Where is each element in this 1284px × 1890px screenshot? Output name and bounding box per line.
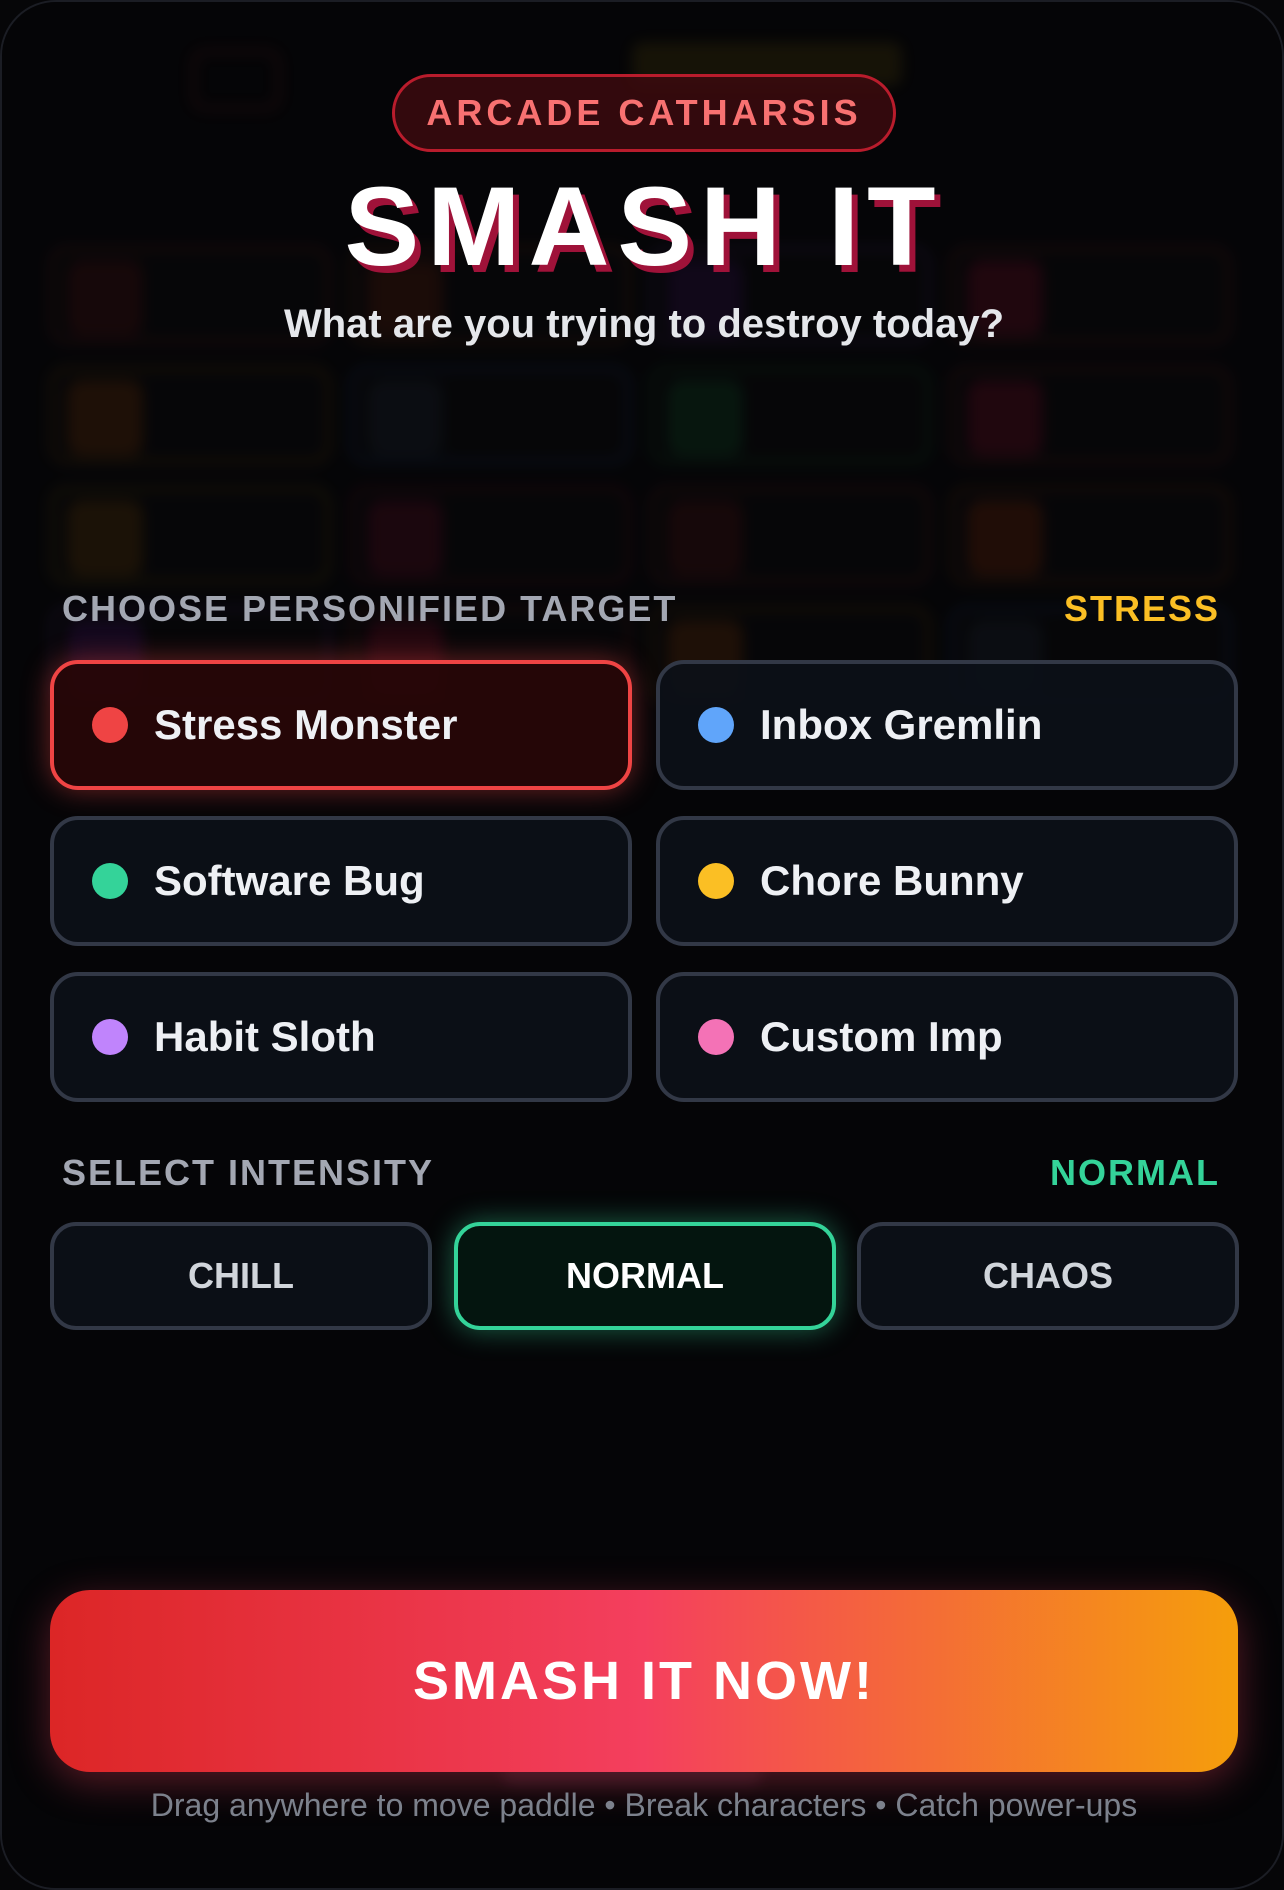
target-option-label: Custom Imp — [760, 1013, 1003, 1060]
target-color-dot — [92, 1019, 128, 1055]
target-option-software-bug[interactable]: Software Bug — [50, 816, 632, 946]
target-option-custom-imp[interactable]: Custom Imp — [656, 972, 1238, 1102]
target-option-habit-sloth[interactable]: Habit Sloth — [50, 972, 632, 1102]
target-color-dot — [92, 707, 128, 743]
controls-hint: Drag anywhere to move paddle • Break cha… — [150, 1787, 1138, 1823]
target-color-dot — [698, 863, 734, 899]
game-title: SMASH IT — [344, 164, 944, 289]
target-color-dot — [92, 863, 128, 899]
target-option-chore-bunny[interactable]: Chore Bunny — [656, 816, 1238, 946]
target-option-label: Chore Bunny — [760, 857, 1024, 904]
target-option-label: Inbox Gremlin — [760, 701, 1043, 748]
intensity-section-label: SELECT INTENSITY — [62, 1152, 435, 1193]
target-option-label: Habit Sloth — [154, 1013, 376, 1060]
game-screen: ARCADE CATHARSIS SMASH IT What are you t… — [0, 0, 1284, 1890]
game-subtitle: What are you trying to destroy today? — [283, 302, 1005, 346]
target-option-label: Stress Monster — [154, 701, 458, 748]
intensity-option-chill[interactable]: CHILL — [50, 1222, 432, 1330]
target-option-inbox-gremlin[interactable]: Inbox Gremlin — [656, 660, 1238, 790]
target-color-dot — [698, 707, 734, 743]
target-option-label: Software Bug — [154, 857, 425, 904]
target-current-value: STRESS — [1063, 588, 1220, 629]
smash-it-now-button[interactable]: SMASH IT NOW! — [50, 1590, 1238, 1772]
intensity-option-normal[interactable]: NORMAL — [454, 1222, 836, 1330]
target-section-label: CHOOSE PERSONIFIED TARGET — [62, 588, 678, 629]
target-color-dot — [698, 1019, 734, 1055]
intensity-current-value: NORMAL — [1050, 1152, 1220, 1193]
arcade-badge: ARCADE CATHARSIS — [392, 74, 896, 152]
target-option-stress-monster[interactable]: Stress Monster — [50, 660, 632, 790]
intensity-option-chaos[interactable]: CHAOS — [857, 1222, 1239, 1330]
